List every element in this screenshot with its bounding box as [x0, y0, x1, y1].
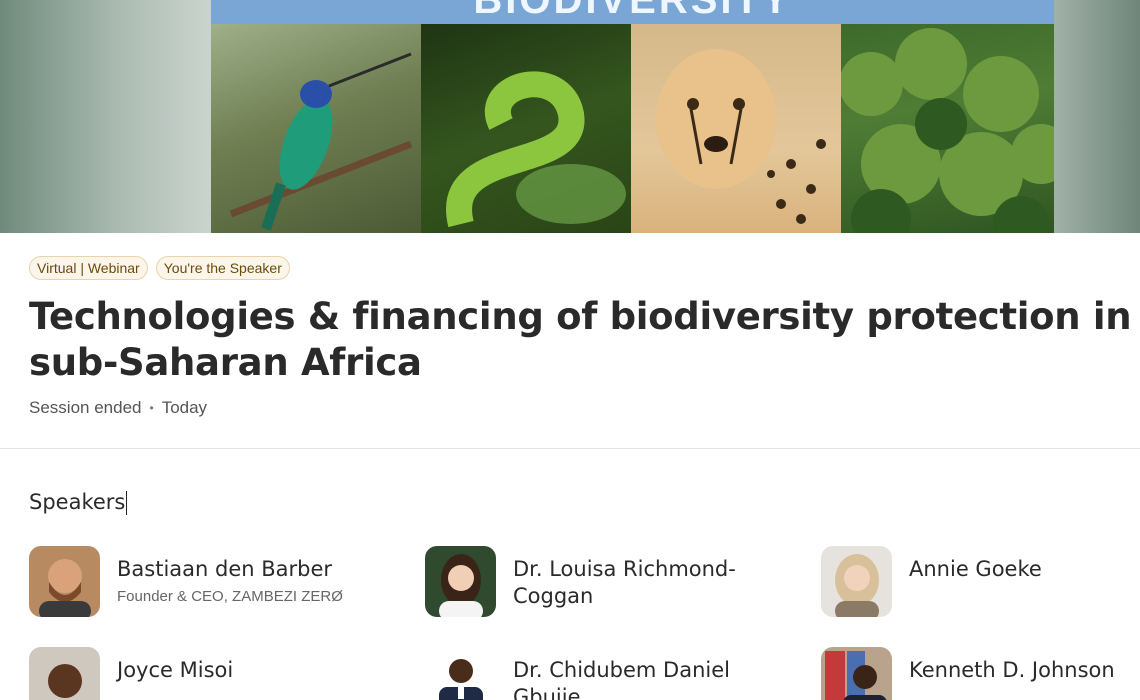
speaker-name[interactable]: Dr. Louisa Richmond-Coggan — [513, 556, 803, 610]
tag-virtual-webinar: Virtual | Webinar — [29, 256, 148, 280]
event-status: Session ended — [29, 398, 142, 417]
speakers-heading: Speakers — [29, 490, 128, 515]
avatar[interactable] — [29, 546, 100, 617]
cheetah-photo — [631, 24, 841, 233]
rainforest-photo — [841, 24, 1054, 233]
avatar[interactable] — [425, 546, 496, 617]
event-tags: Virtual | Webinar You're the Speaker — [29, 256, 1129, 280]
speaker-card[interactable]: Joyce Misoi — [29, 647, 409, 700]
section-divider — [0, 448, 1140, 449]
event-info: Virtual | Webinar You're the Speaker Tec… — [29, 256, 1132, 417]
speaker-card[interactable]: Kenneth D. Johnson — [821, 647, 1140, 700]
text-cursor — [126, 491, 128, 515]
avatar[interactable] — [821, 647, 892, 700]
speaker-name[interactable]: Annie Goeke — [909, 556, 1140, 583]
speakers-heading-text: Speakers — [29, 490, 126, 514]
avatar[interactable] — [29, 647, 100, 700]
hummingbird-photo — [211, 24, 421, 233]
banner-title-text: BIODIVERSITY — [473, 0, 792, 22]
speaker-card[interactable]: Bastiaan den Barber Founder & CEO, ZAMBE… — [29, 546, 409, 618]
speaker-name[interactable]: Dr. Chidubem Daniel Gbujie — [513, 657, 803, 700]
avatar[interactable] — [425, 647, 496, 700]
speaker-name[interactable]: Kenneth D. Johnson — [909, 657, 1140, 684]
speaker-card[interactable]: Dr. Louisa Richmond-Coggan — [425, 546, 805, 618]
meta-separator: • — [149, 401, 154, 415]
speaker-card[interactable]: Dr. Chidubem Daniel Gbujie — [425, 647, 805, 700]
event-cover-image: BIODIVERSITY — [0, 0, 1140, 233]
speaker-name[interactable]: Bastiaan den Barber — [117, 556, 407, 583]
speaker-role: Founder & CEO, ZAMBEZI ZERØ — [117, 588, 343, 605]
tag-youre-the-speaker: You're the Speaker — [155, 256, 290, 280]
biodiversity-banner: BIODIVERSITY — [211, 0, 1054, 233]
event-meta: Session ended • Today — [29, 398, 207, 418]
green-snake-photo — [421, 24, 631, 233]
speaker-card[interactable]: Annie Goeke — [821, 546, 1140, 618]
event-date: Today — [161, 398, 208, 417]
avatar[interactable] — [821, 546, 892, 617]
event-title: Technologies & financing of biodiversity… — [29, 295, 1132, 384]
speaker-name[interactable]: Joyce Misoi — [117, 657, 407, 684]
